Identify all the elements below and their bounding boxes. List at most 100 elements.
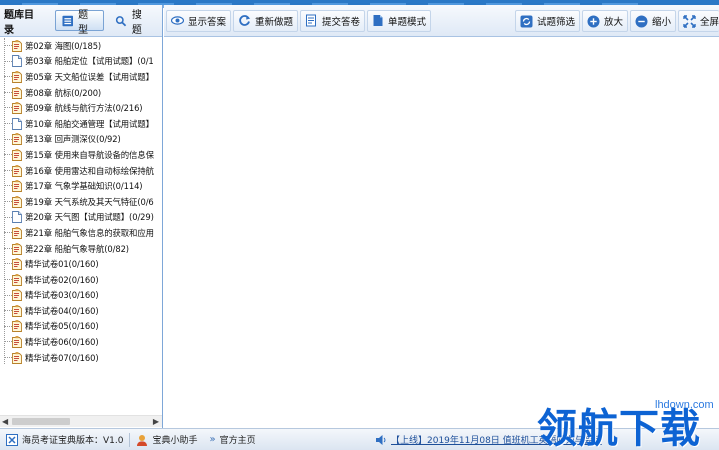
tree-item-label: 精华试卷06(0/160) (25, 337, 99, 348)
filter-label: 试题筛选 (536, 17, 575, 28)
tree-branch-line (4, 278, 12, 280)
tree-branch-line (4, 107, 12, 109)
assistant-label: 宝典小助手 (152, 436, 198, 446)
exam-doc-icon (12, 351, 22, 364)
tree-item[interactable]: 精华试卷07(0/160) (0, 350, 162, 366)
tree-item[interactable]: 精华试卷05(0/160) (0, 319, 162, 335)
fullscreen-button[interactable]: 全屏 (677, 10, 719, 32)
search-icon (116, 15, 127, 26)
tree-item[interactable]: 第10章 船舶交通管理【试用试题】 (0, 116, 162, 132)
assistant-link[interactable]: 宝典小助手 (130, 433, 203, 446)
minus-circle-icon (635, 15, 648, 27)
watermark-text: 领航下载 (537, 406, 701, 450)
zoom-in-label: 放大 (603, 17, 623, 28)
exam-doc-icon (12, 102, 22, 115)
tree-item[interactable]: 第19章 天气系统及其天气特征(0/6 (0, 194, 162, 210)
tree-item-label: 第10章 船舶交通管理【试用试题】 (25, 118, 154, 129)
homepage-link[interactable]: » 官方主页 (204, 433, 262, 446)
tree-item[interactable]: 第17章 气象学基础知识(0/114) (0, 178, 162, 194)
exam-doc-icon (12, 320, 22, 333)
filter-button[interactable]: 试题筛选 (514, 10, 580, 32)
tree-item[interactable]: 第21章 船舶气象信息的获取和应用 (0, 225, 162, 241)
tree-item[interactable]: 精华试卷03(0/160) (0, 288, 162, 304)
tree-branch-line (4, 60, 12, 62)
tree-item-label: 第13章 回声测深仪(0/92) (25, 134, 121, 145)
eye-icon (171, 16, 184, 25)
show-answer-label: 显示答案 (188, 16, 227, 28)
submit-label: 提交答卷 (322, 16, 361, 28)
tree-item[interactable]: 精华试卷06(0/160) (0, 334, 162, 350)
show-answer-button[interactable]: 显示答案 (166, 9, 232, 32)
tree-item[interactable]: 第08章 航标(0/200) (0, 85, 162, 101)
tree-branch-line (4, 185, 12, 187)
tree-item[interactable]: 第09章 航线与航行方法(0/216) (0, 100, 162, 116)
single-mode-button[interactable]: 单题模式 (367, 9, 432, 32)
exam-doc-icon (12, 258, 22, 271)
scroll-right-icon[interactable]: ▶ (153, 417, 159, 426)
exam-doc-icon (12, 180, 22, 193)
tree-branch-line (4, 294, 12, 296)
blank-doc-icon (12, 117, 22, 130)
tree-branch-line (4, 154, 12, 156)
submit-button[interactable]: 提交答卷 (300, 9, 366, 32)
plus-circle-icon (587, 15, 600, 27)
zoom-in-button[interactable]: 放大 (581, 10, 628, 32)
chapter-tree: 第02章 海图(0/185) 第03章 船舶定位【试用试题】(0/1 第05章 天文… (0, 38, 162, 414)
tree-item-label: 精华试卷01(0/160) (25, 259, 99, 270)
tree-item[interactable]: 第05章 天文船位误差【试用试题】 (0, 69, 162, 85)
tree-item[interactable]: 精华试卷02(0/160) (0, 272, 162, 288)
exam-doc-icon (12, 242, 22, 255)
tree-branch-line (4, 325, 12, 327)
watermark-logo: lhdown.com 领航下载 (537, 393, 717, 450)
tree-item-label: 第19章 天气系统及其天气特征(0/6 (25, 196, 154, 207)
tree-branch-line (4, 169, 12, 171)
single-mode-label: 单题模式 (388, 16, 427, 28)
redo-label: 重新做题 (255, 16, 294, 28)
tree-item-label: 第08章 航标(0/200) (25, 87, 102, 98)
redo-button[interactable]: 重新做题 (233, 9, 299, 32)
tree-item-label: 精华试卷04(0/160) (25, 305, 99, 316)
tree-item-label: 第03章 船舶定位【试用试题】(0/1 (25, 56, 154, 67)
horizontal-scrollbar[interactable]: ◀ ▶ (0, 415, 162, 427)
tree-branch-line (4, 216, 12, 218)
list-icon (62, 15, 73, 26)
tree-item[interactable]: 第16章 使用雷达和自动标绘保持航 (0, 163, 162, 179)
tree-item[interactable]: 第20章 天气图【试用试题】(0/29) (0, 210, 162, 226)
homepage-label: 官方主页 (219, 436, 256, 446)
tab-search-question[interactable]: 搜题 (108, 10, 158, 36)
scroll-left-icon[interactable]: ◀ (2, 417, 8, 426)
tree-branch-line (4, 45, 12, 46)
tree-item[interactable]: 第22章 船舶气象导航(0/82) (0, 241, 162, 257)
tree-item[interactable]: 第02章 海图(0/185) (0, 38, 162, 54)
version-info: 海员考证宝典版本：V1.0 (0, 433, 129, 446)
tree-item-label: 第05章 天文船位误差【试用试题】 (25, 71, 154, 82)
tree-item[interactable]: 第13章 回声测深仪(0/92) (0, 132, 162, 148)
tree-item-label: 精华试卷03(0/160) (25, 290, 99, 301)
tree-item[interactable]: 第15章 使用来自导航设备的信息保 (0, 147, 162, 163)
blank-doc-icon (12, 55, 22, 68)
tree-item-label: 第09章 航线与航行方法(0/216) (25, 103, 143, 114)
app-logo-icon (6, 433, 18, 446)
tree-branch-line (4, 247, 12, 249)
tree-item[interactable]: 第03章 船舶定位【试用试题】(0/1 (0, 54, 162, 70)
exam-doc-icon (12, 273, 22, 286)
fullscreen-label: 全屏 (699, 17, 719, 28)
tree-item-label: 第17章 气象学基础知识(0/114) (25, 181, 143, 192)
filter-sync-icon (520, 15, 533, 27)
tree-item[interactable]: 精华试卷01(0/160) (0, 256, 162, 272)
zoom-out-button[interactable]: 缩小 (629, 10, 676, 32)
tree-branch-line (4, 200, 12, 202)
exam-doc-icon (12, 133, 22, 146)
tree-item[interactable]: 精华试卷04(0/160) (0, 303, 162, 319)
question-content-area[interactable] (164, 38, 719, 428)
catalog-panel: 题库目录 题型 搜题 第02章 海图(0/185) 第03章 船舶定位【试用试题】… (0, 5, 163, 428)
exam-doc-icon (12, 86, 22, 99)
tree-item-label: 第20章 天气图【试用试题】(0/29) (25, 212, 154, 223)
scrollbar-thumb[interactable] (12, 418, 70, 425)
speaker-icon (376, 434, 386, 445)
tree-branch-line (4, 310, 12, 312)
catalog-header: 题库目录 题型 搜题 (0, 5, 162, 37)
tree-item-label: 第16章 使用雷达和自动标绘保持航 (25, 165, 154, 176)
double-chevron-icon: » (209, 434, 216, 445)
tab-question-type[interactable]: 题型 (54, 10, 105, 36)
